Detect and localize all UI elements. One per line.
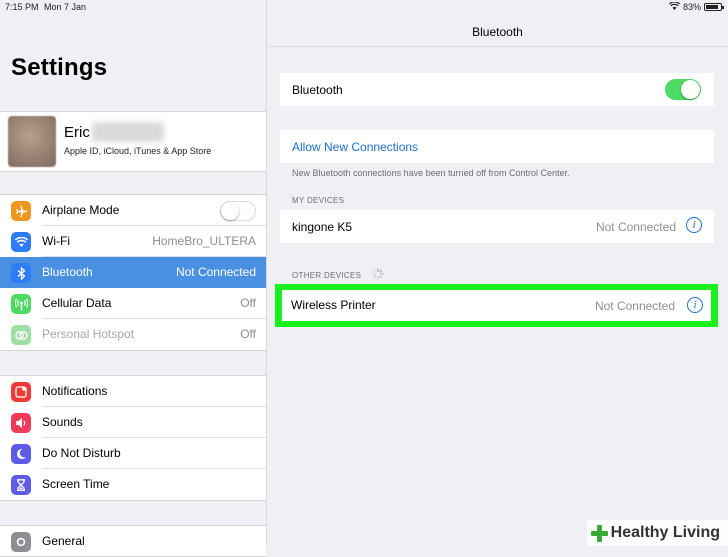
general-group: General [0,525,266,557]
apple-id-row[interactable]: Eric Apple ID, iCloud, iTunes & App Stor… [0,111,266,172]
airplane-icon [11,201,31,221]
bluetooth-detail-pane: Bluetooth Bluetooth Allow New Connection… [267,0,728,546]
sidebar-item-notifications[interactable]: Notifications [0,376,266,407]
sidebar-item-value: Not Connected [175,265,256,279]
hourglass-icon [11,475,31,495]
wifi-status-icon [668,1,681,12]
page-title: Settings [11,54,108,81]
status-bar: 7:15 PM Mon 7 Jan 83% [0,0,728,14]
sidebar-item-value: Off [240,327,256,341]
hotspot-icon [11,325,31,345]
sidebar-item-label: Personal Hotspot [42,327,135,341]
watermark-text: Healthy Living [610,524,720,541]
other-devices-header: OTHER DEVICES [292,271,362,280]
nav-title: Bluetooth [472,25,523,39]
sidebar-item-screen-time[interactable]: Screen Time [0,469,266,500]
settings-sidebar: Settings Eric Apple ID, iCloud, iTunes &… [0,0,267,557]
avatar [8,116,56,167]
airplane-mode-toggle[interactable] [220,201,256,221]
gear-icon [11,532,31,552]
sidebar-item-general[interactable]: General [0,526,266,557]
sidebar-item-label: Wi-Fi [42,234,70,248]
sidebar-item-value: HomeBro_ULTERA [152,234,256,248]
sidebar-item-label: Cellular Data [42,296,112,310]
sidebar-item-personal-hotspot[interactable]: Personal Hotspot Off [0,319,266,350]
sidebar-item-value: Off [240,296,256,310]
battery-icon [704,3,724,11]
bluetooth-toggle[interactable] [665,79,701,100]
moon-icon [11,444,31,464]
status-time: 7:15 PM [5,2,39,12]
sidebar-item-cellular-data[interactable]: Cellular Data Off [0,288,266,319]
sidebar-item-sounds[interactable]: Sounds [0,407,266,438]
info-icon[interactable]: i [686,217,702,233]
device-name: Wireless Printer [291,298,376,312]
bluetooth-label: Bluetooth [292,83,343,97]
allow-new-connections-row[interactable]: Allow New Connections [280,130,714,163]
notifications-group: Notifications Sounds Do Not Disturb Scre… [0,375,266,501]
sidebar-item-do-not-disturb[interactable]: Do Not Disturb [0,438,266,469]
notifications-icon [11,382,31,402]
sidebar-item-wifi[interactable]: Wi-Fi HomeBro_ULTERA [0,226,266,257]
bluetooth-note: New Bluetooth connections have been turn… [292,168,570,178]
battery-percent: 83% [682,2,701,12]
highlight-box: Wireless Printer Not Connected i [275,284,718,327]
device-row-kingone-k5[interactable]: kingone K5 Not Connected i [280,210,714,243]
sidebar-item-airplane-mode[interactable]: Airplane Mode [0,195,266,226]
device-status: Not Connected [595,220,676,234]
status-right: 83% [668,1,724,12]
device-row-wireless-printer[interactable]: Wireless Printer Not Connected i [282,290,711,321]
loading-spinner-icon [372,268,384,280]
sidebar-item-label: Airplane Mode [42,203,120,217]
bluetooth-icon [11,263,31,283]
profile-name: Eric [64,124,90,141]
device-status: Not Connected [594,299,675,313]
wifi-icon [11,232,31,252]
sidebar-item-label: Sounds [42,415,83,429]
sidebar-item-label: Notifications [42,384,108,398]
antenna-icon [11,294,31,314]
info-icon[interactable]: i [687,297,703,313]
bluetooth-toggle-row: Bluetooth [280,73,714,106]
sidebar-item-label: Do Not Disturb [42,446,121,460]
my-devices-header: MY DEVICES [292,196,345,205]
sidebar-item-label: Screen Time [42,477,110,491]
connectivity-group: Airplane Mode Wi-Fi HomeBro_ULTERA Bluet… [0,194,266,351]
watermark: Healthy Living [586,520,728,546]
redacted-surname [92,122,164,142]
status-date: Mon 7 Jan [44,2,87,12]
allow-new-connections-link[interactable]: Allow New Connections [292,140,418,154]
sidebar-item-label: Bluetooth [42,265,93,279]
sidebar-item-bluetooth[interactable]: Bluetooth Not Connected [0,257,266,288]
speaker-icon [11,413,31,433]
plus-logo-icon [590,524,608,542]
device-name: kingone K5 [292,220,353,234]
profile-subtitle: Apple ID, iCloud, iTunes & App Store [64,146,212,156]
